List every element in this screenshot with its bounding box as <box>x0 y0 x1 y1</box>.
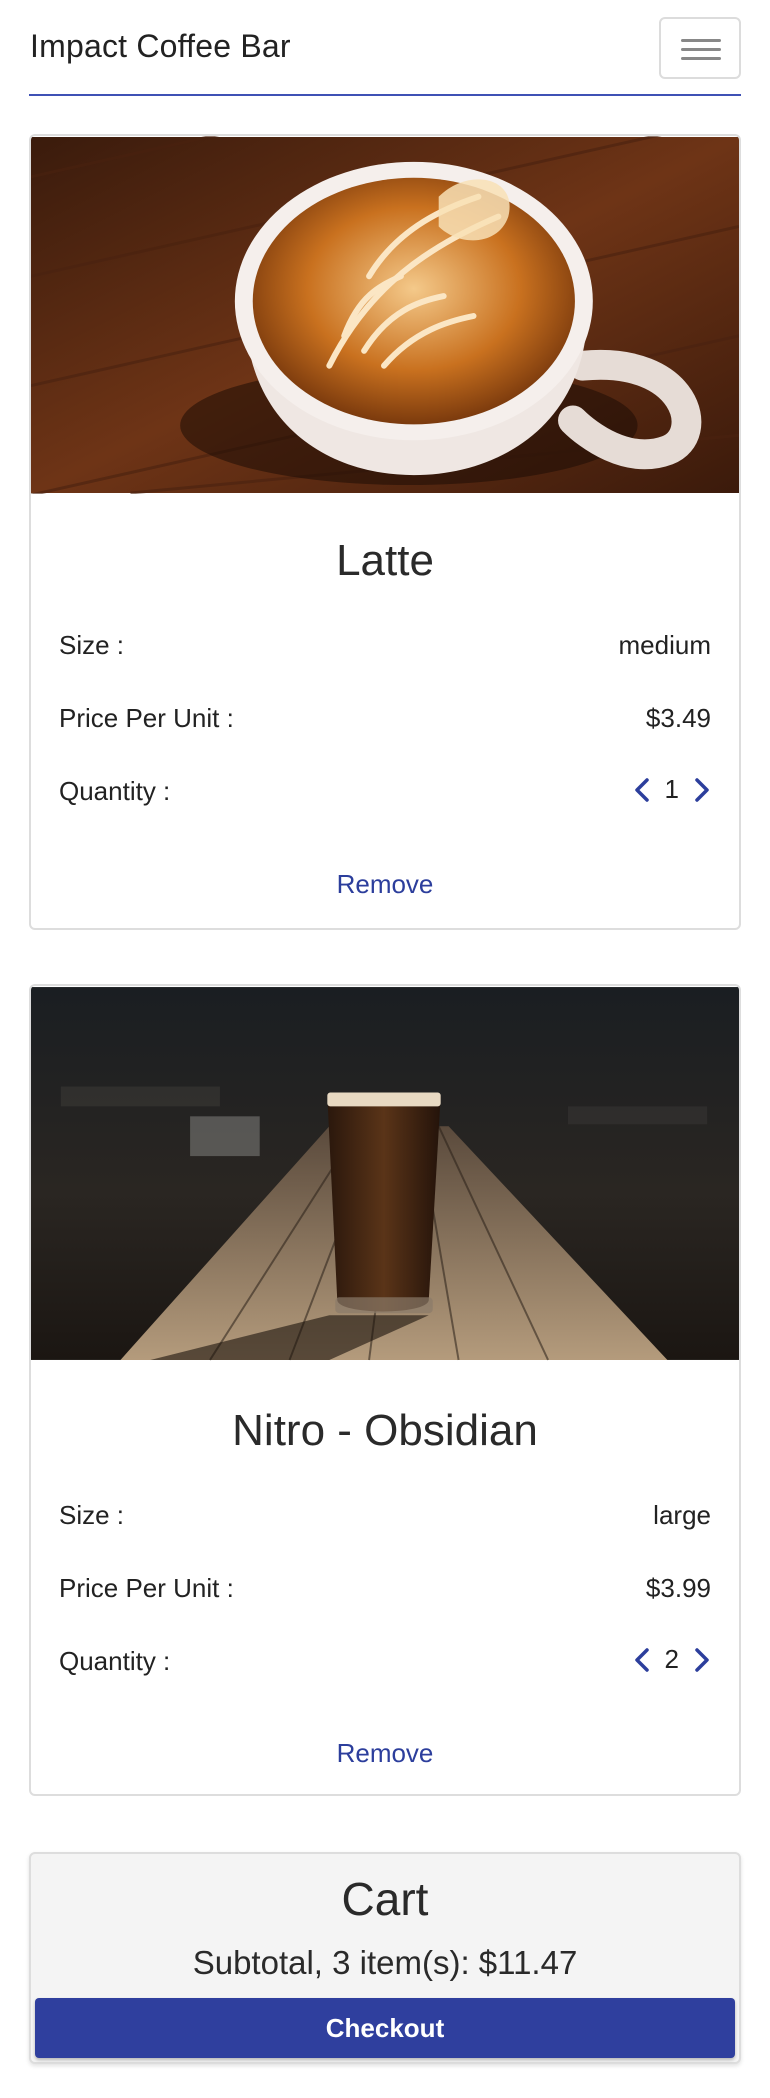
latte-art-photo <box>31 136 739 494</box>
price-label: Price Per Unit : <box>59 703 234 733</box>
navbar: Impact Coffee Bar <box>29 0 741 96</box>
size-value: large <box>653 1500 711 1530</box>
item-name: Latte <box>336 536 434 585</box>
size-label: Size : <box>59 1500 125 1530</box>
cart-title: Cart <box>341 1873 429 1925</box>
cart-item-card: Nitro - Obsidian Size : large Price Per … <box>29 984 741 1796</box>
size-label: Size : <box>59 630 125 660</box>
remove-button[interactable]: Remove <box>31 1738 739 1769</box>
chevron-right-icon[interactable] <box>693 777 711 803</box>
brand-title[interactable]: Impact Coffee Bar <box>30 28 291 65</box>
size-value: medium <box>618 630 711 660</box>
menu-toggle-button[interactable] <box>659 17 741 79</box>
quantity-stepper: 1 <box>633 774 711 805</box>
quantity-stepper: 2 <box>633 1644 711 1675</box>
price-value: $3.49 <box>645 703 711 733</box>
nitro-glass-photo <box>31 987 739 1361</box>
quantity-label: Quantity : <box>59 1646 171 1676</box>
cart-subtotal: Subtotal, 3 item(s): $11.47 <box>192 1944 578 1981</box>
chevron-right-icon[interactable] <box>693 1647 711 1673</box>
cart-summary: Cart Subtotal, 3 item(s): $11.47 Checkou… <box>29 1852 741 2064</box>
checkout-button[interactable]: Checkout <box>35 1998 735 2058</box>
quantity-value: 1 <box>664 774 679 804</box>
chevron-left-icon[interactable] <box>633 1647 651 1673</box>
cart-item-card: Latte Size : medium Price Per Unit : $3.… <box>29 134 741 930</box>
price-label: Price Per Unit : <box>59 1573 234 1603</box>
item-name: Nitro - Obsidian <box>232 1406 538 1455</box>
remove-button[interactable]: Remove <box>31 869 739 900</box>
chevron-left-icon[interactable] <box>633 777 651 803</box>
quantity-value: 2 <box>664 1644 679 1674</box>
price-value: $3.99 <box>645 1573 711 1603</box>
quantity-label: Quantity : <box>59 776 171 806</box>
